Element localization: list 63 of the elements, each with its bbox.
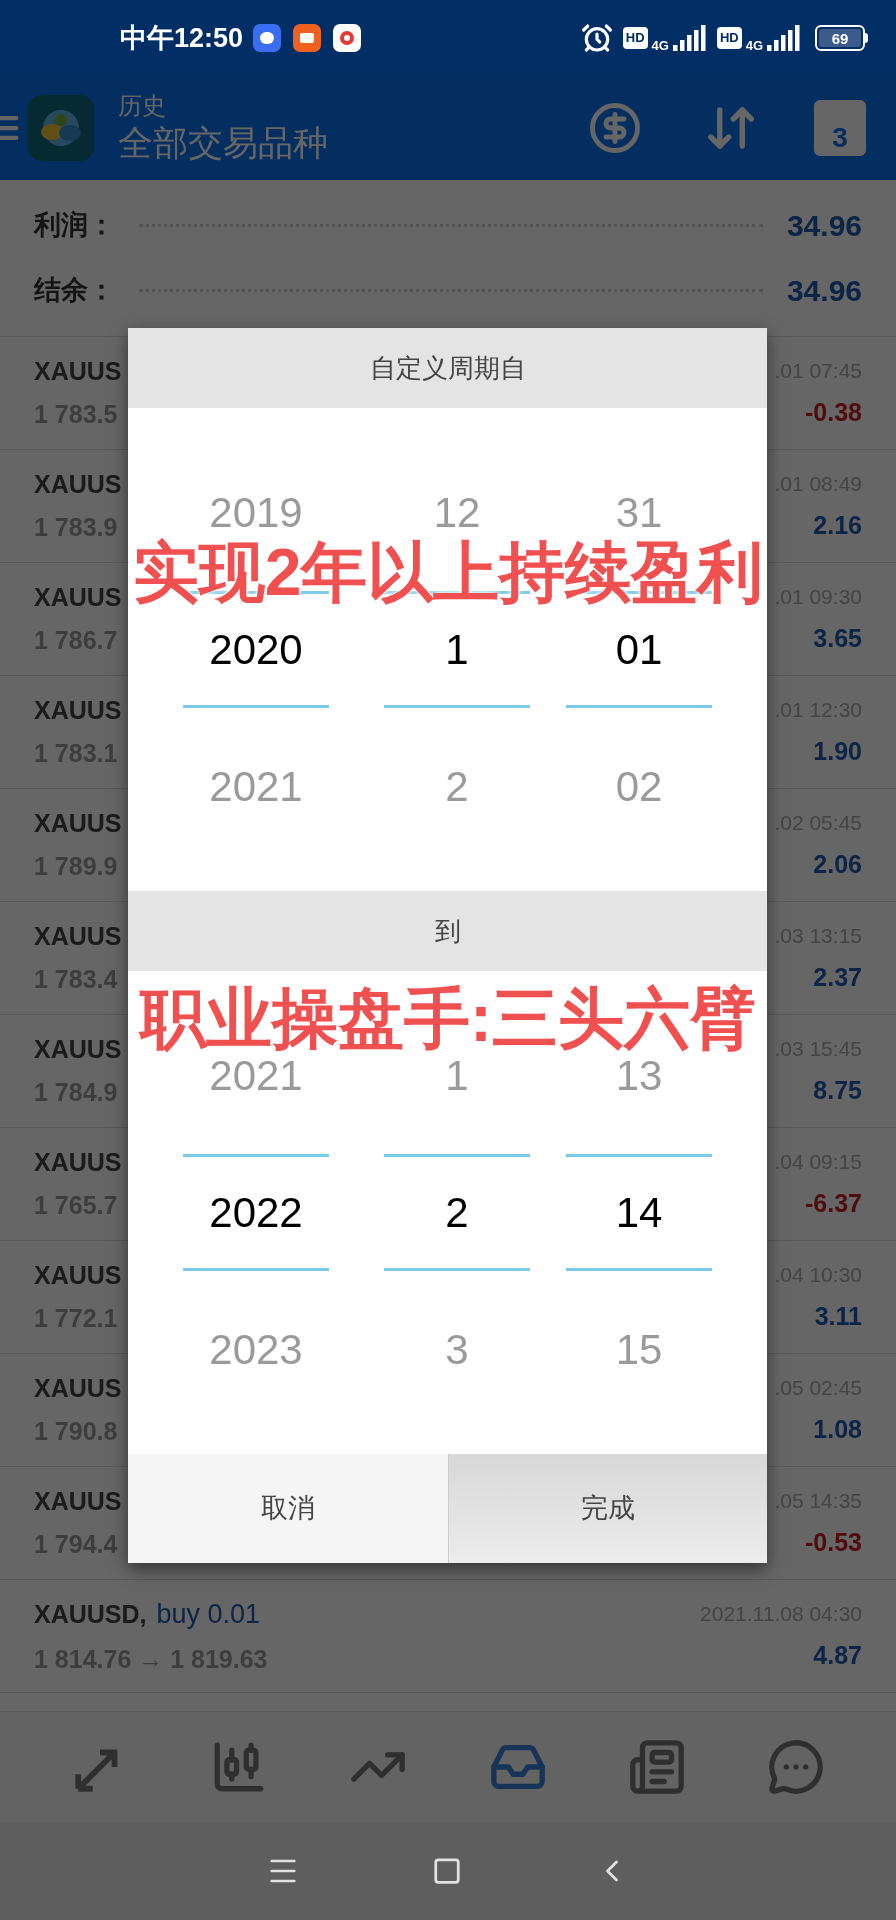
summary-value: 34.96 (786, 208, 862, 244)
trade-symbol: XAUUS (34, 1485, 122, 1517)
picker-header: 到 (128, 891, 767, 971)
picker-value[interactable]: 1 (445, 1054, 469, 1097)
picker-value[interactable]: 2 (445, 765, 469, 808)
trade-profit: 2.06 (813, 849, 862, 880)
trade-symbol: XAUUS (34, 581, 122, 613)
trade-symbol: XAUUS (34, 1146, 122, 1178)
picker-value[interactable]: 2 (445, 1191, 469, 1234)
picker-value[interactable]: 2020 (209, 628, 303, 671)
trade-profit: 8.75 (813, 1075, 862, 1106)
trade-symbol: XAUUS (34, 468, 122, 500)
overlay-caption: 职业操盘手:三头六臂 (140, 985, 756, 1051)
picker-value[interactable]: 01 (615, 628, 663, 671)
network-type: 4G (745, 37, 763, 56)
picker-value[interactable]: 14 (615, 1191, 663, 1234)
picker-value[interactable]: 02 (615, 765, 663, 808)
trade-profit: 4.87 (813, 1640, 862, 1671)
trade-profit: 1.08 (813, 1414, 862, 1445)
picker-value[interactable]: 3 (445, 1328, 469, 1371)
summary-label: 利润： (34, 209, 115, 243)
trade-profit: 3.65 (813, 623, 862, 654)
network-type: 4G (651, 37, 669, 56)
screen-subtitle: 历史 (118, 91, 167, 121)
summary-label: 结余： (34, 274, 115, 308)
trade-symbol: XAUUS (34, 1259, 122, 1291)
trade-profit: 3.11 (814, 1301, 862, 1332)
calendar-icon[interactable]: 3 (814, 100, 866, 156)
overlay-caption: 实现2年以上持续盈利 (132, 539, 764, 605)
trade-symbol: XAUUSD, (34, 1599, 147, 1630)
screen-title: 全部交易品种 (118, 122, 328, 164)
trade-symbol: XAUUS (34, 1372, 122, 1404)
trade-profit: 2.16 (813, 510, 862, 541)
picker-value[interactable]: 2023 (209, 1328, 303, 1371)
picker-value[interactable]: 2021 (209, 1054, 303, 1097)
hd-badge: HD (622, 27, 648, 49)
hd-badge: HD (716, 27, 742, 49)
trade-order: buy 0.01 (156, 1598, 261, 1631)
trade-symbol: XAUUS (34, 694, 122, 726)
dialog-button[interactable]: 完成 (447, 1454, 767, 1563)
summary-value: 34.96 (786, 273, 862, 309)
trade-symbol: XAUUS (34, 1033, 122, 1065)
picker-value[interactable]: 31 (615, 491, 663, 534)
trade-symbol: XAUUS (34, 920, 122, 952)
trade-symbol: XAUUS (34, 807, 122, 839)
picker-value[interactable]: 15 (615, 1328, 663, 1371)
trade-symbol: XAUUS (34, 355, 122, 387)
calendar-day: 3 (832, 124, 848, 152)
trade-profit: 1.90 (813, 736, 862, 767)
dialog-button[interactable]: 取消 (128, 1454, 448, 1563)
picker-value[interactable]: 2021 (209, 765, 303, 808)
picker-header: 自定义周期自 (128, 328, 767, 408)
trade-profit: 2.37 (813, 962, 862, 993)
trade-profit: -6.37 (805, 1188, 862, 1219)
picker-value[interactable]: 2022 (209, 1191, 303, 1234)
trade-profit: -0.38 (805, 397, 862, 428)
picker-value[interactable]: 1 (445, 628, 469, 671)
status-time: 中午12:50 (120, 21, 244, 55)
battery-level: 69 (831, 30, 849, 46)
picker-value[interactable]: 12 (433, 491, 481, 534)
trade-profit: -0.53 (805, 1527, 862, 1558)
picker-value[interactable]: 13 (615, 1054, 663, 1097)
picker-value[interactable]: 2019 (209, 491, 303, 534)
